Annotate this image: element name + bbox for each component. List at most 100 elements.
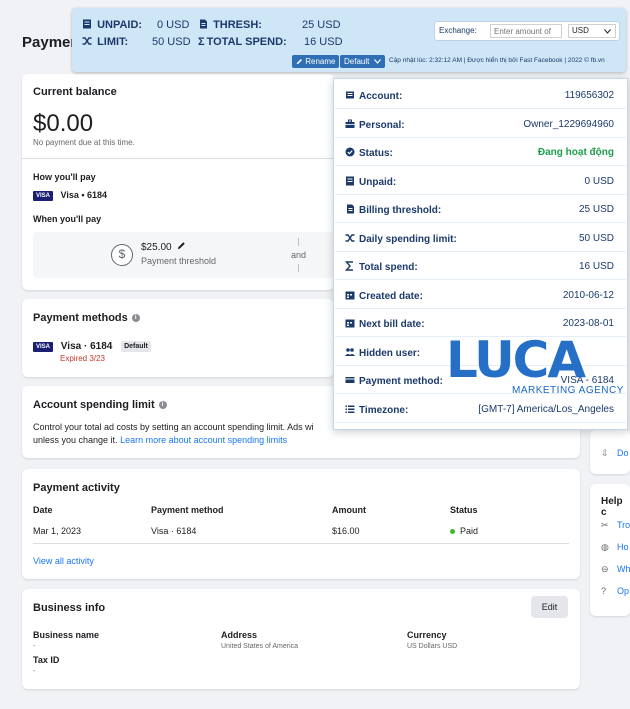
column-header-amount: Amount xyxy=(332,505,366,515)
shuffle-icon xyxy=(345,233,355,242)
unpaid-stat: UNPAID: xyxy=(82,19,142,31)
exchange-label: Exchange: xyxy=(439,26,477,35)
pencil-edit-icon[interactable] xyxy=(177,241,186,253)
popover-key-total-spend: Total spend: xyxy=(345,261,418,273)
rename-label: Rename xyxy=(305,57,336,66)
activity-payment-method: Visa · 6184 xyxy=(151,526,197,536)
globe-icon: ◍ xyxy=(601,542,609,552)
popover-value-timezone: [GMT-7] America/Los_Angeles xyxy=(478,403,614,415)
address-value: United States of America xyxy=(221,643,299,650)
edit-icon xyxy=(296,58,303,65)
visa-card-label: Visa • 6184 xyxy=(60,190,108,200)
limit-label: LIMIT: xyxy=(97,36,129,48)
threshold-amount-text: $25.00 xyxy=(141,242,172,253)
view-all-activity-link[interactable]: View all activity xyxy=(33,556,94,566)
spending-limit-text: Control your total ad costs by setting a… xyxy=(33,422,314,432)
and-text: and xyxy=(291,250,307,260)
receipt-icon xyxy=(346,176,354,185)
edit-button[interactable]: Edit xyxy=(531,596,568,618)
logo-letters: LUCA xyxy=(446,332,586,388)
popover-value-next-bill-date: 2023-08-01 xyxy=(562,318,614,329)
popover-row-status: Status: Đang hoạt động xyxy=(335,139,626,166)
how-you-pay-label: How you'll pay xyxy=(33,172,96,182)
unpaid-label: UNPAID: xyxy=(97,19,143,31)
popover-value-personal: Owner_1229694960 xyxy=(523,118,614,130)
popover-row-billing-threshold: Billing threshold: 25 USD xyxy=(335,196,626,223)
separator-line xyxy=(298,238,299,246)
visa-card-row: VISA Visa • 6184 xyxy=(33,190,107,201)
business-info-title: Business info xyxy=(33,602,106,614)
card-icon xyxy=(345,377,355,383)
popover-value-created-date: 2010-06-12 xyxy=(562,289,614,301)
download-icon[interactable]: ⇩ xyxy=(601,448,609,459)
rename-button[interactable]: Rename xyxy=(292,55,340,68)
popover-key-text: Billing threshold: xyxy=(359,205,442,216)
popover-key-text: Hidden user: xyxy=(359,347,421,359)
total-spend-value: 16 USD xyxy=(304,36,343,48)
threshold-amount: $25.00 xyxy=(141,241,186,253)
popover-key-text: Total spend: xyxy=(359,262,418,273)
popover-key-daily-spending-limit: Daily spending limit: xyxy=(345,233,457,245)
download-card: ⇩ Do xyxy=(590,430,630,474)
help-link-how[interactable]: Ho xyxy=(617,542,629,552)
popover-key-text: Created date: xyxy=(359,290,423,302)
help-link-what[interactable]: Wh xyxy=(617,564,630,574)
expired-text: Expired 3/23 xyxy=(60,354,105,363)
info-icon[interactable]: i xyxy=(158,401,167,410)
column-header-payment-method: Payment method xyxy=(151,505,224,515)
popover-key-text: Next bill date: xyxy=(359,319,425,330)
balance-title: Current balance xyxy=(33,86,117,98)
info-icon[interactable]: i xyxy=(131,314,140,323)
chevron-down-icon xyxy=(604,29,611,34)
address-label: Address xyxy=(221,630,258,640)
default-badge: Default xyxy=(121,341,151,352)
spending-limit-description: Control your total ad costs by setting a… xyxy=(33,421,353,447)
bill-icon xyxy=(347,204,354,214)
chevron-down-icon xyxy=(373,59,381,64)
tax-id-label: Tax ID xyxy=(33,655,60,665)
activity-status: Paid xyxy=(450,526,478,536)
divider xyxy=(33,543,569,544)
popover-row-timezone: Timezone: [GMT-7] America/Los_Angeles xyxy=(335,396,626,423)
learn-more-link[interactable]: Learn more about account spending limits xyxy=(120,435,287,445)
payment-methods-card: Payment methods i VISA Visa · 6184 Defaul… xyxy=(22,299,334,377)
popover-value-billing-threshold: 25 USD xyxy=(578,204,614,215)
thresh-value: 25 USD xyxy=(302,19,341,31)
currency-select[interactable]: USD xyxy=(568,24,616,38)
tax-id-value: - xyxy=(33,668,36,675)
visa-logo: VISA xyxy=(33,341,54,352)
spending-limit-title: Account spending limit i xyxy=(33,399,167,411)
download-link[interactable]: Do xyxy=(617,448,629,458)
currency-label: Currency xyxy=(407,630,447,640)
popover-value-total-spend: 16 USD xyxy=(578,261,614,272)
calendar-icon xyxy=(345,291,355,299)
payment-threshold-box: $ $25.00 Payment threshold and xyxy=(33,232,334,278)
users-icon xyxy=(345,347,355,356)
question-circle-icon: ? xyxy=(601,586,607,596)
bill-icon xyxy=(200,19,207,29)
popover-value-status: Đang hoạt động xyxy=(537,147,614,158)
activity-date: Mar 1, 2023 xyxy=(33,526,82,536)
thresh-stat: THRESH: xyxy=(198,19,262,31)
help-center-card: Help c ✂ Tro ◍ Ho ⊖ Wh ? Op xyxy=(590,484,630,616)
help-link-troubleshoot[interactable]: Tro xyxy=(617,520,630,530)
exchange-amount-input[interactable] xyxy=(490,24,562,38)
payment-activity-card: Payment activity Date Payment method Amo… xyxy=(22,469,580,579)
default-dropdown-button[interactable]: Default xyxy=(340,55,385,68)
limit-value: 50 USD xyxy=(152,36,191,48)
visa-logo: VISA xyxy=(33,190,54,201)
popover-value-account: 119656302 xyxy=(564,90,614,101)
limit-stat: LIMIT: xyxy=(82,36,128,48)
sigma-icon xyxy=(345,261,353,271)
help-link-options[interactable]: Op xyxy=(617,586,629,596)
popover-key-account: Account: xyxy=(345,90,402,102)
payment-method-row[interactable]: VISA Visa · 6184 Default xyxy=(33,341,151,352)
check-circle-icon xyxy=(345,147,355,157)
popover-key-text: Daily spending limit: xyxy=(359,233,457,245)
currency-select-value: USD xyxy=(572,26,589,35)
activity-amount: $16.00 xyxy=(332,526,360,536)
popover-key-text: Timezone: xyxy=(359,404,409,416)
balance-amount: $0.00 xyxy=(33,110,94,137)
popover-value-unpaid: 0 USD xyxy=(584,175,614,187)
business-name-label: Business name xyxy=(33,630,100,640)
